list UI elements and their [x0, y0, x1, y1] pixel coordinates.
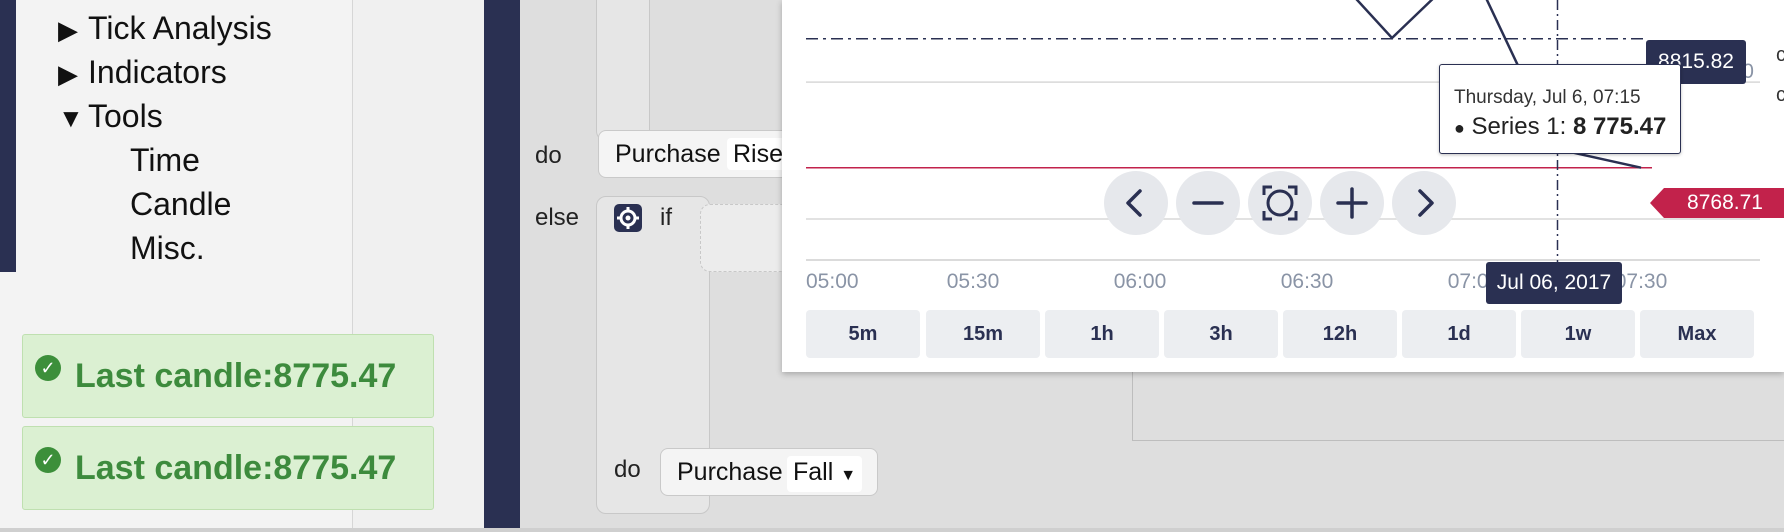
tree-item-misc[interactable]: Misc. — [130, 230, 205, 267]
pan-right-button[interactable] — [1392, 171, 1456, 235]
x-tick-label: 06:00 — [1114, 270, 1167, 293]
zoom-out-button[interactable] — [1176, 171, 1240, 235]
timeframe-3h-button[interactable]: 3h — [1164, 310, 1278, 358]
clipped-text: c — [1776, 84, 1784, 106]
chevron-down-icon: ▼ — [840, 467, 857, 484]
notification: ✓ Last candle:8775.47 — [22, 334, 434, 418]
do-label: do — [614, 456, 641, 483]
do-label: do — [535, 142, 562, 169]
if-label: if — [660, 204, 672, 231]
timeframe-1w-button[interactable]: 1w — [1521, 310, 1635, 358]
timeframe-max-button[interactable]: Max — [1640, 310, 1754, 358]
if-block-body[interactable] — [596, 0, 650, 141]
sidebar-accent-strip — [0, 0, 16, 272]
x-tick-label: 07:30 — [1615, 270, 1668, 293]
purchase-block[interactable]: Purchase Rise — [598, 130, 800, 178]
crosshair-date-label: Jul 06, 2017 — [1486, 262, 1622, 304]
expand-triangle-icon[interactable]: ▶ — [58, 15, 88, 46]
series-dot-icon: ● — [1454, 118, 1465, 138]
timeframe-5m-button[interactable]: 5m — [806, 310, 920, 358]
x-tick-label: 06:30 — [1281, 270, 1334, 293]
chart-panel: 8800.008750.00 05:0005:3006:0006:3007:00… — [782, 0, 1784, 372]
contract-type-dropdown[interactable]: Fall ▼ — [787, 456, 863, 492]
zoom-in-button[interactable] — [1320, 171, 1384, 235]
chart-tooltip: Thursday, Jul 6, 07:15 ● Series 1: 8 775… — [1439, 64, 1681, 154]
tree-item-tools[interactable]: ▼ Tools — [58, 98, 163, 135]
pan-left-button[interactable] — [1104, 171, 1168, 235]
x-tick-label: 05:30 — [947, 270, 1000, 293]
window-bottom-border — [0, 528, 1784, 532]
reset-zoom-button[interactable] — [1248, 171, 1312, 235]
contract-type-dropdown[interactable]: Rise — [727, 138, 790, 170]
tree-item-candle[interactable]: Candle — [130, 186, 231, 223]
gear-icon[interactable] — [614, 204, 642, 232]
timeframe-15m-button[interactable]: 15m — [926, 310, 1040, 358]
empty-condition-socket[interactable] — [700, 204, 794, 272]
x-tick-label: 05:00 — [806, 270, 859, 293]
tree-item-time[interactable]: Time — [130, 142, 200, 179]
workspace-block-outline — [1132, 360, 1784, 441]
timeframe-12h-button[interactable]: 12h — [1283, 310, 1397, 358]
expand-triangle-icon[interactable]: ▶ — [58, 59, 88, 90]
current-price-badge: 8768.71 — [1687, 191, 1763, 214]
tree-item-tick-analysis[interactable]: ▶ Tick Analysis — [58, 10, 272, 47]
workspace-toolbar-strip — [484, 0, 520, 532]
tree-item-indicators[interactable]: ▶ Indicators — [58, 54, 227, 91]
collapse-triangle-icon[interactable]: ▼ — [58, 103, 88, 134]
clipped-text: c — [1776, 44, 1784, 66]
timeframe-1h-button[interactable]: 1h — [1045, 310, 1159, 358]
else-label: else — [535, 204, 580, 231]
timeframe-1d-button[interactable]: 1d — [1402, 310, 1516, 358]
check-icon: ✓ — [35, 447, 61, 473]
check-icon: ✓ — [35, 355, 61, 381]
notification: ✓ Last candle:8775.47 — [22, 426, 434, 510]
purchase-block[interactable]: Purchase Fall ▼ — [660, 448, 878, 496]
